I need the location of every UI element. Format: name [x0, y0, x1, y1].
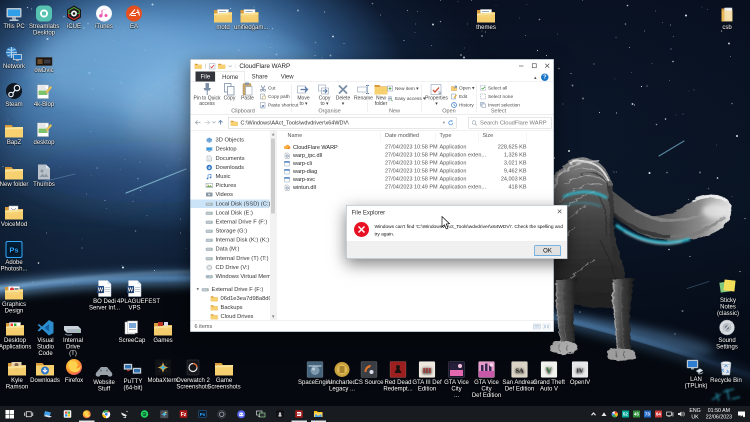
svg-text:III: III [423, 366, 432, 375]
svg-text:W: W [98, 288, 104, 294]
svg-text:V: V [546, 365, 553, 375]
svg-text:Fz: Fz [181, 412, 187, 418]
svg-text:Ps: Ps [200, 412, 206, 417]
svg-text:W: W [128, 288, 134, 294]
svg-text:IV: IV [576, 368, 584, 375]
svg-text:SA: SA [515, 368, 524, 375]
svg-text:Ps: Ps [9, 246, 18, 255]
